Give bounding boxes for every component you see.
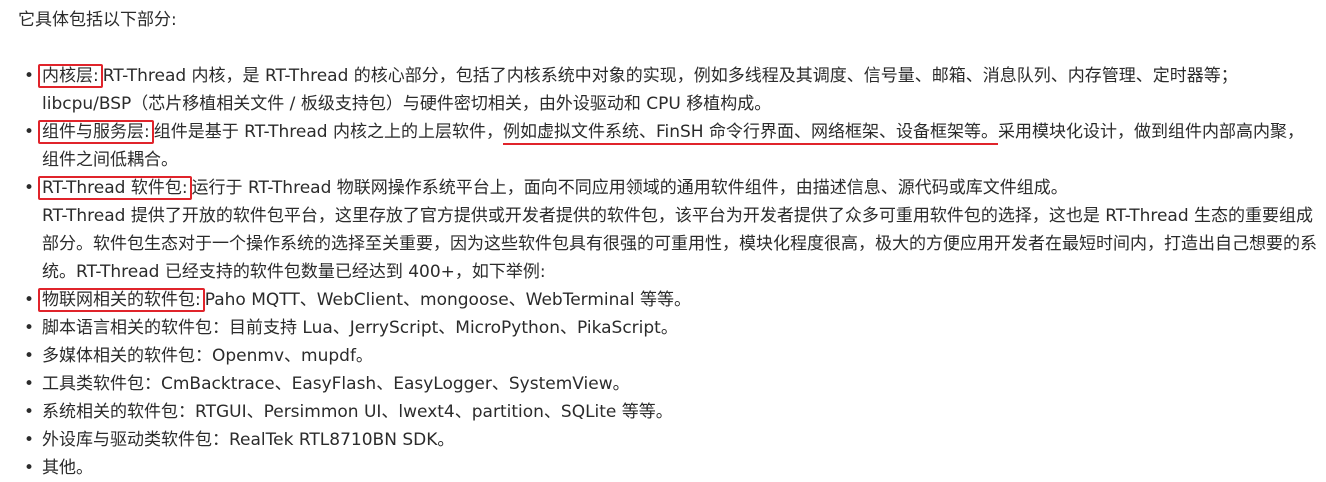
item-text: 外设库与驱动类软件包：RealTek RTL8710BN SDK。 <box>42 430 455 450</box>
document-body: 它具体包括以下部分: • 内核层: RT-Thread 内核，是 RT-Threa… <box>18 6 1318 482</box>
bullet-icon: • <box>23 346 35 366</box>
bullet-icon: • <box>23 318 35 338</box>
list-item: • 组件与服务层: 组件是基于 RT-Thread 内核之上的上层软件，例如虚拟文… <box>18 118 1318 174</box>
item-text: 系统相关的软件包：RTGUI、Persimmon UI、lwext4、parti… <box>42 402 673 422</box>
component-list: • 内核层: RT-Thread 内核，是 RT-Thread 的核心部分，包括了… <box>18 62 1318 482</box>
term-iot-packages: 物联网相关的软件包: <box>38 288 205 312</box>
bullet-icon: • <box>23 178 35 198</box>
list-item: • 物联网相关的软件包: Paho MQTT、WebClient、mongoose… <box>18 286 1318 314</box>
intro-text: 它具体包括以下部分: <box>18 10 177 30</box>
item-text: 组件是基于 RT-Thread 内核之上的上层软件， <box>153 122 503 142</box>
bullet-icon: • <box>23 430 35 450</box>
list-item: • 内核层: RT-Thread 内核，是 RT-Thread 的核心部分，包括了… <box>18 62 1318 118</box>
list-item: • RT-Thread 软件包: 运行于 RT-Thread 物联网操作系统平台上… <box>18 174 1318 286</box>
item-text: 脚本语言相关的软件包：目前支持 Lua、JerryScript、MicroPyt… <box>42 318 678 338</box>
list-item: • 系统相关的软件包：RTGUI、Persimmon UI、lwext4、par… <box>18 398 1318 426</box>
highlighted-examples: 例如虚拟文件系统、FinSH 命令行界面、网络框架、设备框架等。 <box>502 122 998 145</box>
bullet-icon: • <box>23 66 35 86</box>
item-text: 工具类软件包：CmBacktrace、EasyFlash、EasyLogger、… <box>42 374 630 394</box>
item-text: Paho MQTT、WebClient、mongoose、WebTerminal… <box>204 290 691 310</box>
term-kernel-layer: 内核层: <box>38 64 103 88</box>
bullet-icon: • <box>23 290 35 310</box>
bullet-icon: • <box>23 122 35 142</box>
list-item: • 外设库与驱动类软件包：RealTek RTL8710BN SDK。 <box>18 426 1318 454</box>
item-text: 其他。 <box>42 458 93 478</box>
term-component-service-layer: 组件与服务层: <box>38 120 154 144</box>
item-text: 运行于 RT-Thread 物联网操作系统平台上，面向不同应用领域的通用软件组件… <box>191 178 1068 198</box>
bullet-icon: • <box>23 402 35 422</box>
item-paragraph: RT-Thread 提供了开放的软件包平台，这里存放了官方提供或开发者提供的软件… <box>42 206 1317 282</box>
bullet-icon: • <box>23 374 35 394</box>
list-item: • 多媒体相关的软件包：Openmv、mupdf。 <box>18 342 1318 370</box>
term-software-packages: RT-Thread 软件包: <box>38 176 192 200</box>
item-text: 多媒体相关的软件包：Openmv、mupdf。 <box>42 346 373 366</box>
list-item: • 工具类软件包：CmBacktrace、EasyFlash、EasyLogge… <box>18 370 1318 398</box>
list-item: • 脚本语言相关的软件包：目前支持 Lua、JerryScript、MicroP… <box>18 314 1318 342</box>
item-text: RT-Thread 内核，是 RT-Thread 的核心部分，包括了内核系统中对… <box>42 66 1238 114</box>
